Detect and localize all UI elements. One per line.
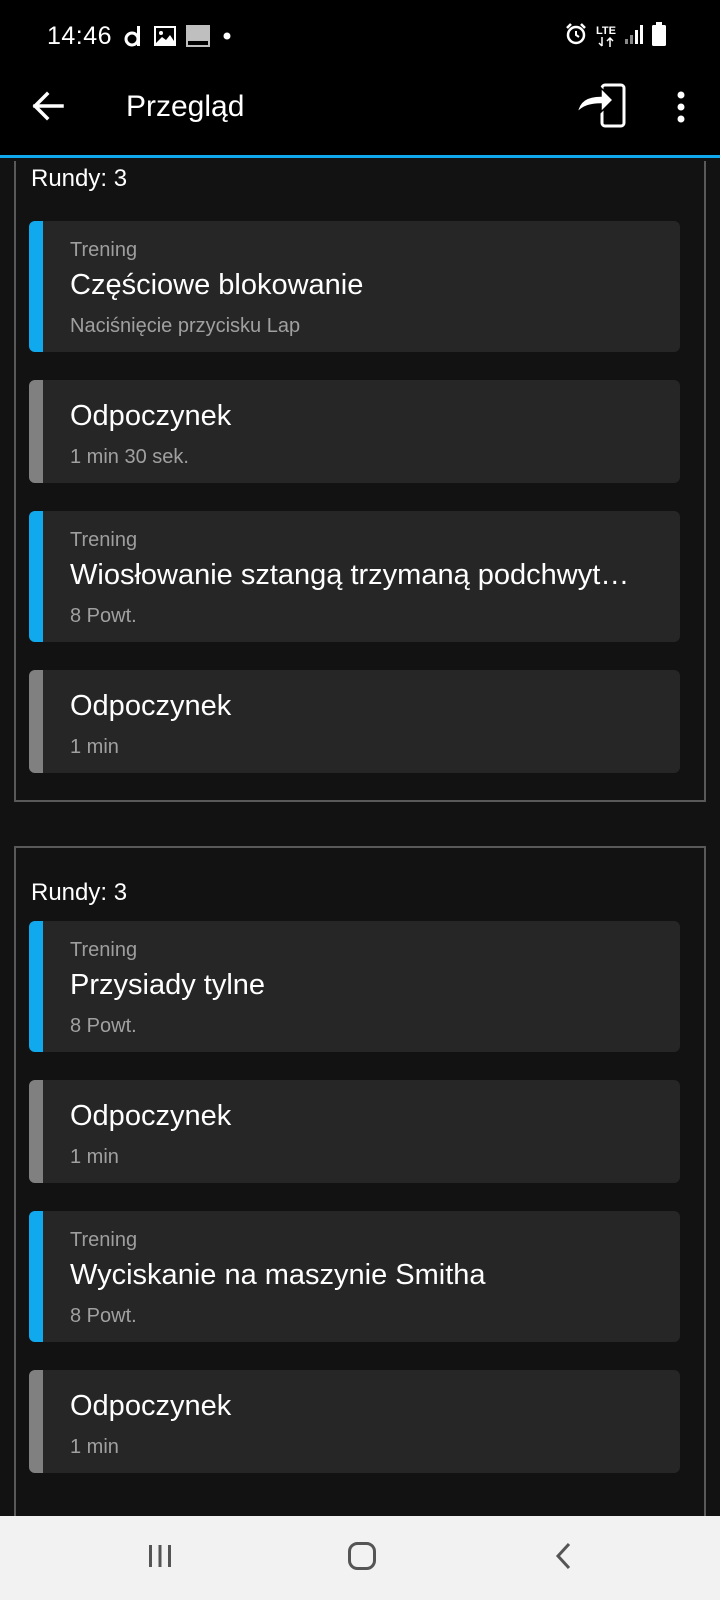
step-detail: 1 min	[70, 736, 119, 758]
step-detail: 1 min	[70, 1436, 119, 1458]
step-accent-bar	[29, 511, 43, 642]
step-accent-bar	[29, 1370, 43, 1473]
app-bar: Przegląd	[0, 60, 720, 158]
lte-label: LTE	[596, 25, 616, 37]
step-card-rest[interactable]: Odpoczynek 1 min	[29, 670, 680, 773]
workout-overview-list[interactable]: Rundy: 3 Trening Częściowe blokowanie Na…	[0, 161, 720, 1516]
rounds-group: Rundy: 3 Trening Przysiady tylne 8 Powt.…	[14, 846, 706, 1516]
signal-icon	[624, 23, 644, 50]
send-to-device-icon	[575, 83, 629, 134]
step-name: Odpoczynek	[70, 1390, 232, 1422]
step-name: Przysiady tylne	[70, 969, 266, 1001]
page-title: Przegląd	[126, 90, 245, 123]
rounds-label: Rundy: 3	[31, 879, 128, 906]
nav-back-button[interactable]	[534, 1536, 594, 1580]
more-options-button[interactable]	[664, 84, 698, 134]
recents-icon	[146, 1543, 174, 1574]
step-detail: 8 Powt.	[70, 1015, 137, 1037]
step-detail: Naciśnięcie przycisku Lap	[70, 315, 301, 337]
rounds-label: Rundy: 3	[31, 165, 128, 192]
status-bar: 14:46 LTE	[0, 0, 720, 60]
step-accent-bar	[29, 380, 43, 483]
step-type: Trening	[70, 239, 138, 261]
step-card-rest[interactable]: Odpoczynek 1 min	[29, 1370, 680, 1473]
step-card-rest[interactable]: Odpoczynek 1 min 30 sek.	[29, 380, 680, 483]
home-icon	[347, 1541, 377, 1576]
step-name: Częściowe blokowanie	[70, 269, 364, 301]
lte-icon: LTE	[596, 26, 616, 47]
step-card-work[interactable]: Trening Przysiady tylne 8 Powt.	[29, 921, 680, 1052]
more-vertical-icon	[676, 91, 686, 128]
step-detail: 8 Powt.	[70, 605, 137, 627]
orange-icon	[186, 25, 210, 52]
step-type: Trening	[70, 529, 138, 551]
step-card-work[interactable]: Trening Wyciskanie na maszynie Smitha 8 …	[29, 1211, 680, 1342]
step-detail: 8 Powt.	[70, 1305, 137, 1327]
system-nav-bar	[0, 1516, 720, 1600]
step-card-work[interactable]: Trening Wiosłowanie sztangą trzymaną pod…	[29, 511, 680, 642]
image-icon	[154, 26, 176, 51]
d-app-icon	[124, 24, 144, 53]
alarm-icon	[564, 22, 588, 51]
step-card-rest[interactable]: Odpoczynek 1 min	[29, 1080, 680, 1183]
step-name: Odpoczynek	[70, 400, 232, 432]
step-card-work[interactable]: Trening Częściowe blokowanie Naciśnięcie…	[29, 221, 680, 352]
send-to-device-button[interactable]	[572, 80, 632, 136]
recents-button[interactable]	[130, 1536, 190, 1580]
dot-icon	[220, 29, 234, 48]
step-type: Trening	[70, 1229, 138, 1251]
status-time: 14:46	[47, 22, 113, 50]
step-accent-bar	[29, 221, 43, 352]
step-name: Odpoczynek	[70, 690, 232, 722]
step-accent-bar	[29, 670, 43, 773]
nav-back-icon	[554, 1541, 574, 1576]
status-right-icons: LTE	[564, 22, 666, 51]
step-detail: 1 min	[70, 1146, 119, 1168]
rounds-group: Rundy: 3 Trening Częściowe blokowanie Na…	[14, 161, 706, 802]
battery-icon	[652, 22, 666, 51]
step-name: Wyciskanie na maszynie Smitha	[70, 1259, 486, 1291]
status-left-icons	[124, 24, 234, 53]
back-button[interactable]	[26, 86, 70, 130]
step-accent-bar	[29, 1211, 43, 1342]
step-name: Odpoczynek	[70, 1100, 232, 1132]
step-accent-bar	[29, 1080, 43, 1183]
arrow-left-icon	[32, 91, 64, 126]
step-accent-bar	[29, 921, 43, 1052]
home-button[interactable]	[332, 1536, 392, 1580]
step-detail: 1 min 30 sek.	[70, 446, 189, 468]
step-name: Wiosłowanie sztangą trzymaną podchwyt…	[70, 559, 630, 591]
step-type: Trening	[70, 939, 138, 961]
